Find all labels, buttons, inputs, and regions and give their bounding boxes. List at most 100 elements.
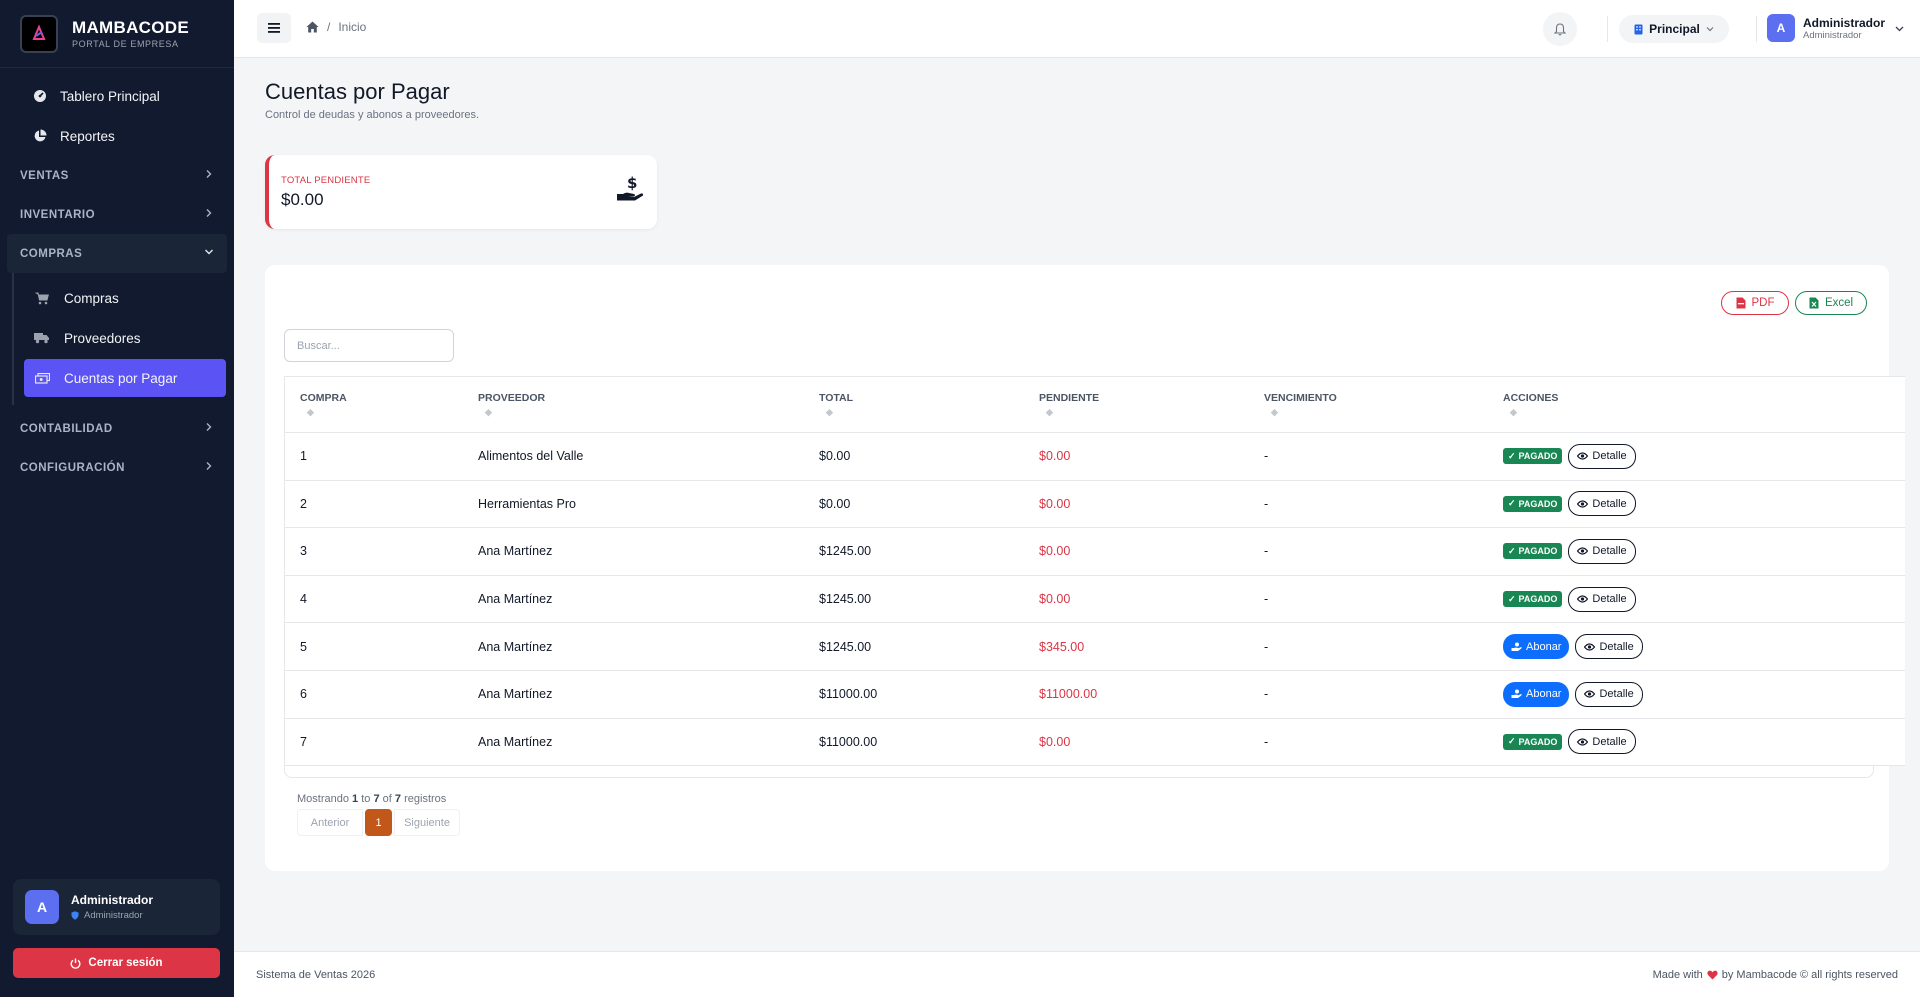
pagination-next[interactable]: Siguiente — [394, 809, 460, 836]
branch-selector[interactable]: Principal — [1619, 15, 1729, 43]
export-pdf-button[interactable]: PDF — [1721, 291, 1789, 315]
topbar: / Inicio Principal A Administrador Admin… — [234, 0, 1920, 58]
gauge-icon — [32, 88, 48, 104]
sidebar-item-tablero[interactable]: Tablero Principal — [0, 76, 234, 116]
detail-button-label: Detalle — [1599, 688, 1634, 701]
column-header-pendiente[interactable]: PENDIENTE ◆ — [1024, 376, 1249, 433]
user-menu[interactable]: A Administrador Administrador — [1767, 14, 1904, 42]
payables-table: COMPRA ◆ PROVEEDOR ◆ TOTAL ◆ PENDIENTE ◆ VEN… — [285, 376, 1905, 767]
detail-button[interactable]: Detalle — [1575, 634, 1643, 660]
breadcrumb-current[interactable]: Inicio — [338, 20, 366, 34]
hand-holding-dollar-icon — [1511, 689, 1522, 699]
export-excel-label: Excel — [1824, 297, 1854, 309]
sidebar-item-reportes[interactable]: Reportes — [0, 116, 234, 156]
column-header-total[interactable]: TOTAL ◆ — [804, 376, 1024, 433]
breadcrumb-separator: / — [327, 20, 331, 34]
paid-badge-label: PAGADO — [1518, 546, 1558, 557]
sidebar-section-ventas[interactable]: VENTAS — [0, 156, 234, 195]
column-header-vencimiento[interactable]: VENCIMIENTO ◆ — [1249, 376, 1488, 433]
check-icon: ✓ — [1508, 593, 1516, 604]
paid-badge: ✓ PAGADO — [1503, 591, 1563, 608]
hamburger-icon — [268, 23, 280, 33]
section-label: CONTABILIDAD — [20, 422, 113, 435]
pagination-page[interactable]: 1 — [365, 809, 392, 836]
home-icon[interactable] — [306, 21, 319, 33]
sidebar-section-inventario[interactable]: INVENTARIO — [0, 195, 234, 234]
cell-total: $1245.00 — [804, 527, 1024, 576]
cell-vencimiento: - — [1249, 432, 1488, 481]
sidebar-user-card[interactable]: A Administrador Administrador — [13, 879, 220, 935]
cell-proveedor: Alimentos del Valle — [463, 432, 804, 481]
shield-icon — [71, 911, 79, 920]
paid-badge-label: PAGADO — [1518, 451, 1558, 462]
cell-proveedor: Ana Martínez — [463, 575, 804, 624]
sidebar-item-label: Proveedores — [64, 330, 141, 346]
file-excel-icon — [1809, 297, 1819, 309]
sidebar-item-compras[interactable]: Compras — [24, 279, 226, 317]
detail-button[interactable]: Detalle — [1568, 586, 1636, 612]
logout-button[interactable]: Cerrar sesión — [13, 948, 220, 978]
cell-total: $0.00 — [804, 432, 1024, 481]
detail-button[interactable]: Detalle — [1568, 443, 1636, 469]
notifications-button[interactable] — [1543, 12, 1577, 46]
chevron-right-icon — [204, 422, 214, 435]
avatar: A — [25, 890, 59, 924]
cell-compra: 3 — [285, 527, 463, 576]
eye-icon — [1577, 595, 1589, 603]
cell-vencimiento: - — [1249, 527, 1488, 576]
menu-toggle-button[interactable] — [257, 13, 291, 43]
user-name: Administrador — [1803, 15, 1886, 30]
column-header-acciones[interactable]: ACCIONES ◆ — [1488, 376, 1905, 433]
pay-button[interactable]: Abonar — [1503, 634, 1570, 660]
sort-icon: ◆ — [1510, 407, 1517, 417]
detail-button[interactable]: Detalle — [1568, 491, 1636, 517]
cell-pendiente: $0.00 — [1024, 575, 1249, 624]
paid-badge: ✓ PAGADO — [1503, 495, 1563, 512]
table-row: 4 Ana Martínez $1245.00 $0.00- ✓ PAGADO Detall… — [285, 575, 1905, 624]
stat-value: $0.00 — [281, 190, 324, 209]
payables-panel: PDF Excel COMPRA◆ PROVEEDOR◆ TOTAL◆ PEND… — [265, 265, 1905, 871]
file-pdf-icon — [1736, 297, 1746, 309]
detail-button-label: Detalle — [1592, 545, 1627, 558]
detail-button-label: Detalle — [1592, 450, 1627, 463]
paid-badge-label: PAGADO — [1518, 736, 1558, 747]
table-row: 7 Ana Martínez $11000.00 $0.00- ✓ PAGADO Detal… — [285, 718, 1905, 767]
cell-pendiente: $0.00 — [1024, 432, 1249, 481]
divider — [1607, 16, 1608, 42]
sidebar-item-proveedores[interactable]: Proveedores — [24, 319, 226, 357]
detail-button[interactable]: Detalle — [1568, 729, 1636, 755]
sidebar: MAMBACODE PORTAL DE EMPRESA Tablero Prin… — [0, 0, 234, 997]
sidebar-section-compras[interactable]: COMPRAS — [7, 234, 227, 273]
chevron-down-icon — [1706, 25, 1714, 33]
eye-icon — [1584, 690, 1596, 698]
detail-button[interactable]: Detalle — [1575, 681, 1643, 707]
sidebar-item-label: Compras — [64, 290, 119, 306]
cell-compra: 2 — [285, 480, 463, 529]
cell-acciones: ✓ PAGADO Detalle — [1488, 432, 1905, 481]
brand-subtitle: PORTAL DE EMPRESA — [72, 39, 179, 49]
brand[interactable]: MAMBACODE PORTAL DE EMPRESA — [0, 0, 234, 68]
cell-acciones: Abonar Detalle — [1488, 622, 1905, 671]
cell-pendiente: $0.00 — [1024, 718, 1249, 767]
stat-label: TOTAL PENDIENTE — [281, 175, 371, 186]
column-header-compra[interactable]: COMPRA ◆ — [285, 376, 463, 433]
cell-proveedor: Ana Martínez — [463, 622, 804, 671]
export-excel-button[interactable]: Excel — [1795, 291, 1867, 315]
sidebar-section-contabilidad[interactable]: CONTABILIDAD — [0, 409, 234, 448]
eye-icon — [1577, 547, 1589, 556]
cell-compra: 4 — [285, 575, 463, 624]
table-row: 6 Ana Martínez $11000.00 $11000.00- Abonar De… — [285, 670, 1905, 719]
cell-acciones: ✓ PAGADO Detalle — [1488, 527, 1905, 576]
detail-button-label: Detalle — [1599, 640, 1634, 653]
pay-button[interactable]: Abonar — [1503, 681, 1570, 707]
search-input[interactable] — [284, 329, 454, 362]
section-label: INVENTARIO — [20, 208, 96, 221]
logout-label: Cerrar sesión — [88, 957, 163, 969]
column-header-proveedor[interactable]: PROVEEDOR ◆ — [463, 376, 804, 433]
sidebar-section-configuracion[interactable]: CONFIGURACIÓN — [0, 448, 234, 487]
sidebar-item-cuentas-por-pagar[interactable]: Cuentas por Pagar — [24, 359, 226, 397]
cell-proveedor: Herramientas Pro — [463, 480, 804, 529]
detail-button[interactable]: Detalle — [1568, 538, 1636, 564]
pagination-previous[interactable]: Anterior — [297, 809, 363, 836]
table-row: 1 Alimentos del Valle $0.00 $0.00- ✓ PAGADO De… — [285, 432, 1905, 481]
